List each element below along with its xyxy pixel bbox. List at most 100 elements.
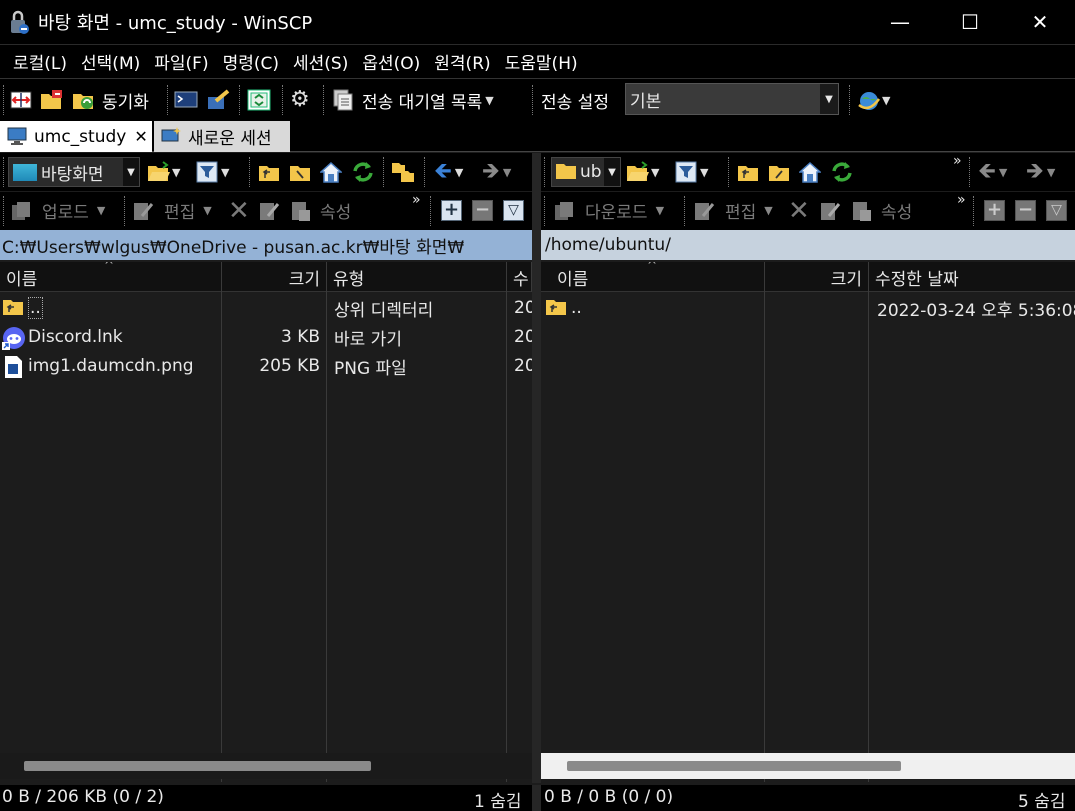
- synchronize-button[interactable]: 동기화: [72, 83, 149, 117]
- minimize-button[interactable]: —: [865, 0, 935, 44]
- local-forward-button[interactable]: 🡺 ▼: [482, 161, 511, 183]
- toolbar-grip[interactable]: [973, 196, 976, 226]
- transfer-queue-button[interactable]: 전송 대기열 목록 ▼: [332, 83, 494, 117]
- column-name[interactable]: 이름 ^: [541, 262, 765, 292]
- toolbar-grip[interactable]: [3, 85, 6, 115]
- rename-icon[interactable]: [819, 200, 841, 227]
- putty-button[interactable]: [206, 83, 230, 117]
- local-back-button[interactable]: 🡸 ▼: [434, 161, 463, 183]
- menu-commands[interactable]: 명령(C): [216, 49, 286, 74]
- remote-home-button[interactable]: [798, 161, 822, 188]
- open-terminal-button[interactable]: [174, 83, 198, 117]
- toolbar-grip[interactable]: [383, 157, 386, 187]
- tab-new-session[interactable]: 새로운 세션: [154, 121, 290, 152]
- remote-open-folder-button[interactable]: ▼: [626, 161, 659, 183]
- unselect-icon[interactable]: −: [1015, 200, 1036, 221]
- remote-back-button[interactable]: 🡸 ▼: [978, 161, 1007, 183]
- remote-filter-button[interactable]: ▼: [675, 161, 708, 183]
- toolbar-grip[interactable]: [969, 157, 972, 187]
- toolbar-grip[interactable]: [282, 85, 285, 115]
- panel-splitter[interactable]: [532, 153, 541, 783]
- column-type[interactable]: 유형: [327, 262, 507, 292]
- toolbar-grip[interactable]: [167, 85, 170, 115]
- tab-umc-study[interactable]: umc_study ✕: [0, 121, 152, 152]
- toolbar-grip[interactable]: [544, 196, 547, 226]
- toolbar-grip[interactable]: [249, 157, 252, 187]
- remote-root-dir-button[interactable]: [768, 161, 790, 188]
- toolbar-grip[interactable]: [3, 157, 6, 187]
- toolbar-grip[interactable]: [430, 196, 433, 226]
- column-name[interactable]: 이름 ^: [0, 262, 222, 292]
- menu-mark[interactable]: 선택(M): [74, 49, 147, 74]
- delete-icon[interactable]: ✕: [228, 196, 250, 226]
- local-drive-select[interactable]: 바탕화면 ▼: [8, 157, 140, 187]
- scrollbar-thumb[interactable]: [567, 761, 901, 771]
- local-parent-dir-button[interactable]: [258, 161, 280, 188]
- filter-select-icon[interactable]: ▽: [1046, 200, 1067, 221]
- overflow-chevron-icon[interactable]: »: [953, 153, 962, 169]
- reconnect-button[interactable]: ▼: [857, 83, 890, 117]
- local-properties-button[interactable]: 속성: [290, 198, 351, 223]
- toolbar-grip[interactable]: [124, 196, 127, 226]
- remote-path-bar[interactable]: /home/ubuntu/: [541, 230, 1075, 260]
- toolbar-grip[interactable]: [544, 157, 547, 187]
- transfer-preset-select[interactable]: 기본 ▼: [625, 83, 839, 115]
- list-item[interactable]: img1.daumcdn.png 205 KB PNG 파일 20: [0, 351, 532, 381]
- list-item[interactable]: .. 2022-03-24 오후 5:36:08: [541, 293, 1075, 323]
- menu-session[interactable]: 세션(S): [286, 49, 355, 74]
- close-button[interactable]: ✕: [1005, 0, 1075, 44]
- remote-refresh-button[interactable]: [830, 161, 852, 188]
- toolbar-grip[interactable]: [684, 196, 687, 226]
- list-item[interactable]: Discord.lnk 3 KB 바로 가기 20: [0, 322, 532, 352]
- synchronize-browsing-button[interactable]: [40, 83, 62, 117]
- menu-remote[interactable]: 원격(R): [427, 49, 497, 74]
- scrollbar-thumb[interactable]: [24, 761, 371, 771]
- local-home-button[interactable]: [319, 161, 343, 188]
- remote-drive-select[interactable]: ub ▼: [551, 157, 621, 187]
- menu-files[interactable]: 파일(F): [147, 49, 215, 74]
- local-root-dir-button[interactable]: [289, 161, 311, 188]
- toolbar-grip[interactable]: [424, 157, 427, 187]
- unselect-icon[interactable]: −: [472, 200, 493, 221]
- local-refresh-button[interactable]: [351, 161, 373, 188]
- select-all-icon[interactable]: +: [984, 200, 1005, 221]
- toolbar-grip[interactable]: [3, 196, 6, 226]
- maximize-button[interactable]: ☐: [935, 0, 1005, 44]
- rename-icon[interactable]: [258, 200, 280, 227]
- overflow-chevron-icon[interactable]: »: [957, 192, 966, 208]
- local-bookmarks-button[interactable]: [391, 161, 414, 188]
- local-edit-button[interactable]: 편집 ▼: [132, 198, 212, 223]
- local-filter-button[interactable]: ▼: [196, 161, 229, 183]
- toolbar-grip[interactable]: [849, 85, 852, 115]
- close-tab-icon[interactable]: ✕: [134, 127, 147, 146]
- toolbar-grip[interactable]: [532, 85, 535, 115]
- download-button[interactable]: 다운로드 ▼: [553, 198, 664, 223]
- compare-directories-button[interactable]: [10, 83, 32, 117]
- list-item[interactable]: .. 상위 디렉터리 20: [0, 293, 532, 323]
- local-open-folder-button[interactable]: ▼: [147, 161, 180, 183]
- toolbar-grip[interactable]: [323, 85, 326, 115]
- overflow-chevron-icon[interactable]: »: [412, 192, 421, 208]
- menu-help[interactable]: 도움말(H): [498, 49, 585, 74]
- menu-local[interactable]: 로컬(L): [6, 49, 74, 74]
- filter-select-icon[interactable]: ▽: [503, 200, 524, 221]
- toolbar-grip[interactable]: [239, 85, 242, 115]
- remote-edit-button[interactable]: 편집 ▼: [693, 198, 773, 223]
- show-queue-button[interactable]: [247, 83, 271, 117]
- column-size[interactable]: 크기: [765, 262, 869, 292]
- preferences-button[interactable]: ⚙: [290, 83, 312, 117]
- delete-icon[interactable]: ✕: [788, 196, 810, 226]
- column-size[interactable]: 크기: [222, 262, 327, 292]
- upload-button[interactable]: 업로드 ▼: [10, 198, 105, 223]
- local-path-bar[interactable]: C:₩Users₩wlgus₩OneDrive - pusan.ac.kr₩바탕…: [0, 230, 532, 260]
- column-changed[interactable]: 수정한 날짜: [869, 262, 1075, 292]
- remote-forward-button[interactable]: 🡺 ▼: [1026, 161, 1055, 183]
- column-changed[interactable]: 수: [507, 262, 532, 292]
- menu-options[interactable]: 옵션(O): [355, 49, 427, 74]
- local-horizontal-scrollbar[interactable]: [0, 753, 532, 779]
- remote-horizontal-scrollbar[interactable]: [541, 753, 1075, 779]
- remote-properties-button[interactable]: 속성: [851, 198, 912, 223]
- select-all-icon[interactable]: +: [441, 200, 462, 221]
- remote-parent-dir-button[interactable]: [737, 161, 759, 188]
- toolbar-grip[interactable]: [728, 157, 731, 187]
